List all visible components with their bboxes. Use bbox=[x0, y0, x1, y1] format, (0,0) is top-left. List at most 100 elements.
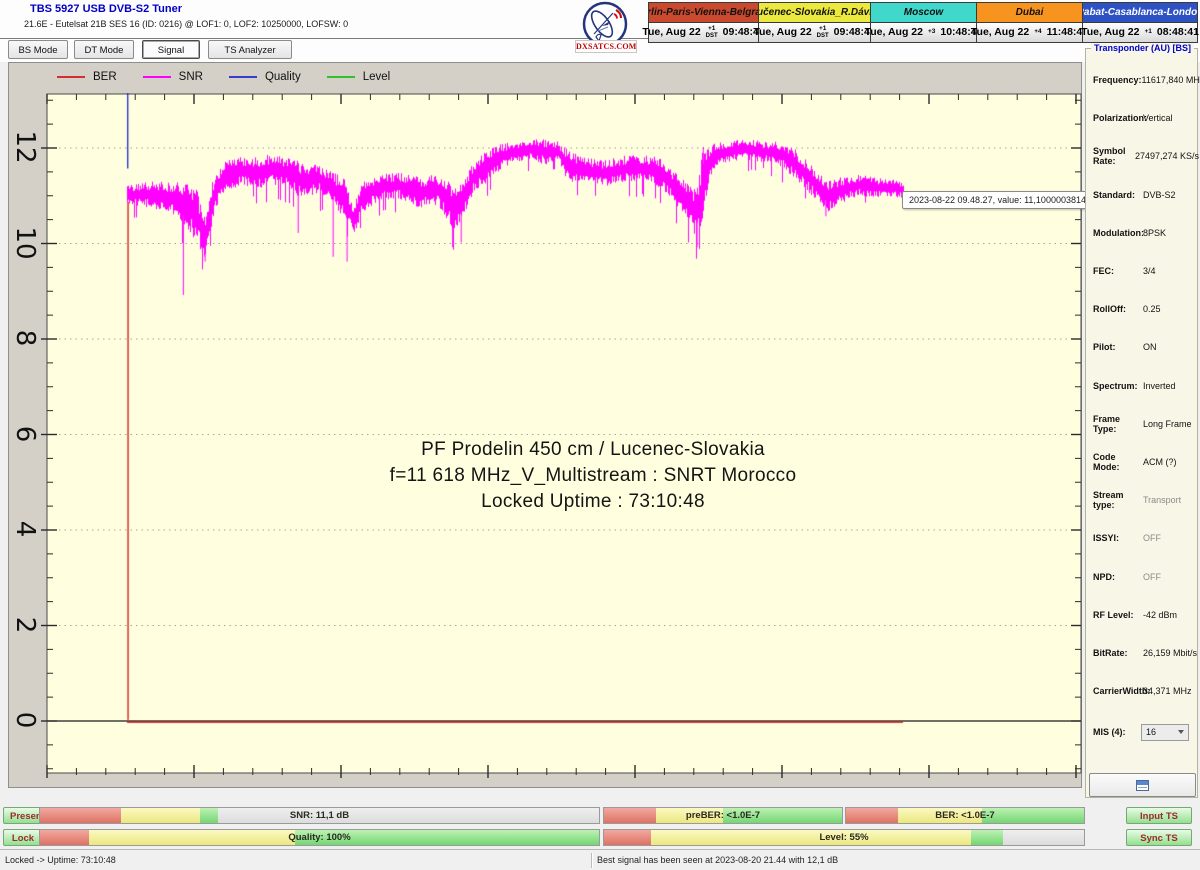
clock-dubai: DubaiTue, Aug 22+411:48:41 bbox=[977, 3, 1083, 42]
transponder-row-frame-type: Frame Type:Long Frame bbox=[1086, 405, 1199, 443]
transponder-row-fec: FEC:3/4 bbox=[1086, 252, 1199, 290]
y-axis-label-8: 8 bbox=[0, 321, 55, 355]
transponder-row-npd: NPD:OFF bbox=[1086, 557, 1199, 595]
tab-bs-mode[interactable]: BS Mode bbox=[8, 40, 68, 59]
transponder-row-value: Vertical bbox=[1143, 113, 1173, 123]
transponder-row-value: Inverted bbox=[1143, 381, 1176, 391]
indicator-present[interactable]: Present bbox=[3, 807, 43, 824]
transponder-row-modulation: Modulation:8PSK bbox=[1086, 214, 1199, 252]
status-bar: Locked -> Uptime: 73:10:48 Best signal h… bbox=[0, 849, 1200, 870]
world-clocks: Berlin-Paris-Vienna-BelgradeTue, Aug 22+… bbox=[648, 2, 1198, 43]
best-signal-status: Best signal has been seen at 2023-08-20 … bbox=[597, 850, 838, 870]
meter-snr: SNR: 11,1 dB bbox=[39, 807, 600, 824]
transponder-row-label: Code Mode: bbox=[1086, 452, 1143, 472]
transponder-row-value: OFF bbox=[1143, 572, 1161, 582]
header: TBS 5927 USB DVB-S2 Tuner 21.6E - Eutels… bbox=[0, 0, 1200, 62]
clock-city-label: Berlin-Paris-Vienna-Belgrade bbox=[649, 3, 758, 23]
indicator-sync-ts[interactable]: Sync TS bbox=[1126, 829, 1192, 846]
panel-action-button[interactable] bbox=[1089, 773, 1196, 797]
app-title: TBS 5927 USB DVB-S2 Tuner bbox=[30, 3, 182, 15]
transponder-row-label: BitRate: bbox=[1086, 648, 1143, 658]
clock-moscow: MoscowTue, Aug 22+310:48:41 bbox=[871, 3, 977, 42]
transponder-row-label: Symbol Rate: bbox=[1086, 146, 1135, 166]
transponder-row-value: OFF bbox=[1143, 533, 1161, 543]
status-meters: PresentSNR: 11,1 dB preBER: <1.0E-7BER: <… bbox=[0, 800, 1200, 849]
indicator-lock[interactable]: Lock bbox=[3, 829, 43, 846]
clock-berlin-paris-vienna-belgrade: Berlin-Paris-Vienna-BelgradeTue, Aug 22+… bbox=[649, 3, 759, 42]
tab-dt-mode[interactable]: DT Mode bbox=[74, 40, 134, 59]
clock-city-label: Moscow bbox=[871, 3, 976, 23]
transponder-row-value: 3/4 bbox=[1143, 266, 1156, 276]
clock-city-label: Dubai bbox=[977, 3, 1082, 23]
meter-label: Quality: 100% bbox=[40, 830, 599, 845]
meter-level: Level: 55% bbox=[603, 829, 1085, 846]
tuner-app-window: TBS 5927 USB DVB-S2 Tuner 21.6E - Eutels… bbox=[0, 0, 1200, 870]
transponder-row-value: 26,159 Mbit/s bbox=[1143, 648, 1197, 658]
dxsatcs-logo: DXSATCS.COM bbox=[572, 1, 638, 53]
y-axis-label-2: 2 bbox=[0, 608, 55, 642]
meter-label: BER: <1.0E-7 bbox=[846, 808, 1084, 823]
tab-ts-analyzer-ok[interactable]: TS Analyzer (OK) bbox=[208, 40, 292, 59]
clock-date: Tue, Aug 22 bbox=[865, 26, 923, 38]
mis-selected-value: 16 bbox=[1146, 727, 1156, 737]
transponder-row-label: RollOff: bbox=[1086, 304, 1143, 314]
meter-label: Level: 55% bbox=[604, 830, 1084, 845]
transponder-row-value: 11617,840 MHz bbox=[1142, 75, 1200, 85]
report-icon bbox=[1136, 780, 1149, 791]
meter-label: SNR: 11,1 dB bbox=[40, 808, 599, 823]
transponder-row-label: Frequency: bbox=[1086, 75, 1142, 85]
utc-offset: +1DST bbox=[817, 26, 829, 39]
meter-preber: preBER: <1.0E-7 bbox=[603, 807, 843, 824]
clock-time: Tue, Aug 22+1DST09:48:41 bbox=[649, 23, 758, 42]
mis-select[interactable]: 16 bbox=[1141, 724, 1189, 741]
tab-signal-mon[interactable]: Signal Mon. bbox=[142, 40, 200, 59]
transponder-row-stream-type: Stream type:Transport bbox=[1086, 481, 1199, 519]
clock-rabat-casablanca-london: Rabat-Casablanca-LondonTue, Aug 22+108:4… bbox=[1083, 3, 1197, 42]
lock-uptime-status: Locked -> Uptime: 73:10:48 bbox=[5, 850, 116, 870]
utc-offset: +1DST bbox=[706, 26, 718, 39]
offset-value: +3 bbox=[928, 29, 935, 36]
clock-lu-enec-slovakia-r-d-vid: Lučenec-Slovakia_R.DávidTue, Aug 22+1DST… bbox=[759, 3, 871, 42]
clock-city-label: Rabat-Casablanca-London bbox=[1083, 3, 1197, 23]
annotation-line: Locked Uptime : 73:10:48 bbox=[296, 489, 890, 515]
transponder-row-bitrate: BitRate:26,159 Mbit/s bbox=[1086, 634, 1199, 672]
transponder-row-symbol-rate: Symbol Rate:27497,274 KS/s bbox=[1086, 137, 1199, 175]
dst-label: DST bbox=[706, 33, 718, 39]
transponder-row-value: Long Frame bbox=[1143, 419, 1192, 429]
status-divider bbox=[591, 853, 592, 868]
satellite-subtitle: 21.6E - Eutelsat 21B SES 16 (ID: 0216) @… bbox=[24, 19, 348, 29]
clock-date: Tue, Aug 22 bbox=[642, 26, 700, 38]
transponder-row-standard: Standard:DVB-S2 bbox=[1086, 176, 1199, 214]
transponder-row-label: Modulation: bbox=[1086, 228, 1143, 238]
transponder-row-issyi: ISSYI:OFF bbox=[1086, 519, 1199, 557]
meter-ber: BER: <1.0E-7 bbox=[845, 807, 1085, 824]
mis-label: MIS (4): bbox=[1086, 727, 1143, 737]
transponder-row-pilot: Pilot:ON bbox=[1086, 328, 1199, 366]
annotation-line: PF Prodelin 450 cm / Lucenec-Slovakia bbox=[296, 437, 890, 463]
header-separator bbox=[0, 38, 648, 39]
offset-value: +1 bbox=[1144, 29, 1151, 36]
clock-hms: 08:48:41 bbox=[1157, 26, 1199, 38]
transponder-row-value: ACM (?) bbox=[1143, 457, 1177, 467]
clock-time: Tue, Aug 22+1DST09:48:41 bbox=[759, 23, 870, 42]
indicator-input-ts[interactable]: Input TS bbox=[1126, 807, 1192, 824]
transponder-row-label: CarrierWidth: bbox=[1086, 686, 1143, 696]
transponder-row-rf-level: RF Level:-42 dBm bbox=[1086, 596, 1199, 634]
transponder-row-value: -42 dBm bbox=[1143, 610, 1177, 620]
transponder-row-label: RF Level: bbox=[1086, 610, 1143, 620]
transponder-row-label: NPD: bbox=[1086, 572, 1143, 582]
transponder-row-label: Polarization: bbox=[1086, 113, 1143, 123]
utc-offset: +4 bbox=[1034, 29, 1041, 36]
chart-annotation: PF Prodelin 450 cm / Lucenec-Slovakiaf=1… bbox=[296, 437, 890, 515]
transponder-row-label: FEC: bbox=[1086, 266, 1143, 276]
transponder-row-polarization: Polarization:Vertical bbox=[1086, 99, 1199, 137]
logo-text: DXSATCS.COM bbox=[575, 40, 637, 53]
transponder-panel: Transponder (AU) [BS] Frequency:11617,84… bbox=[1085, 48, 1198, 798]
utc-offset: +3 bbox=[928, 29, 935, 36]
y-axis-label-10: 10 bbox=[0, 226, 55, 260]
transponder-row-label: Spectrum: bbox=[1086, 381, 1143, 391]
transponder-panel-title: Transponder (AU) [BS] bbox=[1091, 43, 1194, 53]
transponder-row-spectrum: Spectrum:Inverted bbox=[1086, 367, 1199, 405]
transponder-row-label: ISSYI: bbox=[1086, 533, 1143, 543]
transponder-row-label: Pilot: bbox=[1086, 342, 1143, 352]
